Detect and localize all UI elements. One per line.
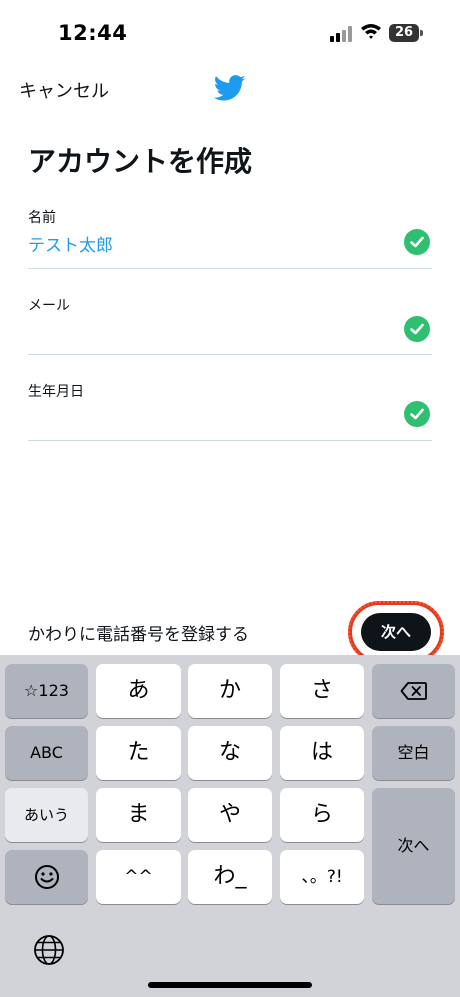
key-sa[interactable]: さ [280,664,364,718]
key-ka[interactable]: か [188,664,272,718]
key-na[interactable]: な [188,726,272,780]
return-key[interactable]: 次へ [372,788,455,904]
delete-key[interactable] [372,664,455,718]
name-field[interactable]: 名前 テスト太郎 [28,205,432,269]
key-kana[interactable]: あいう [5,788,88,842]
key-wa[interactable]: わ_ [188,850,272,904]
check-icon [404,316,430,342]
email-field-label: メール [28,298,70,314]
emoji-key[interactable] [5,850,88,904]
name-field-label: 名前 [28,210,56,226]
key-punctuation[interactable]: 、。?! [280,850,364,904]
smiley-icon [34,865,59,889]
key-dakuten[interactable]: ^^ [96,850,181,904]
key-ma[interactable]: ま [96,788,181,842]
space-key[interactable]: 空白 [372,726,455,780]
name-field-value[interactable]: テスト太郎 [28,231,113,256]
use-phone-link[interactable]: かわりに電話番号を登録する [28,620,249,645]
key-a[interactable]: あ [96,664,181,718]
key-abc[interactable]: ABC [5,726,88,780]
wifi-icon [360,22,382,40]
signal-icon [330,26,352,42]
key-numbers[interactable]: ☆123 [5,664,88,718]
birthdate-field[interactable]: 生年月日 [28,379,432,441]
next-button[interactable]: 次へ [361,613,431,651]
email-field[interactable]: メール [28,293,432,355]
key-ta[interactable]: た [96,726,181,780]
key-ra[interactable]: ら [280,788,364,842]
battery-icon: 26 [389,24,423,42]
globe-icon[interactable] [32,933,66,967]
next-button-highlight: 次へ [348,601,444,663]
twitter-bird-icon [213,72,247,104]
key-ha[interactable]: は [280,726,364,780]
birthdate-field-label: 生年月日 [28,384,84,400]
status-bar: 12:44 26 [0,0,460,70]
home-indicator [148,982,312,988]
status-time: 12:44 [58,21,128,45]
page-title: アカウントを作成 [28,145,253,178]
backspace-icon [400,682,427,700]
key-ya[interactable]: や [188,788,272,842]
check-icon [404,229,430,255]
check-icon [404,401,430,427]
battery-level: 26 [394,25,414,40]
cancel-button[interactable]: キャンセル [19,77,109,103]
